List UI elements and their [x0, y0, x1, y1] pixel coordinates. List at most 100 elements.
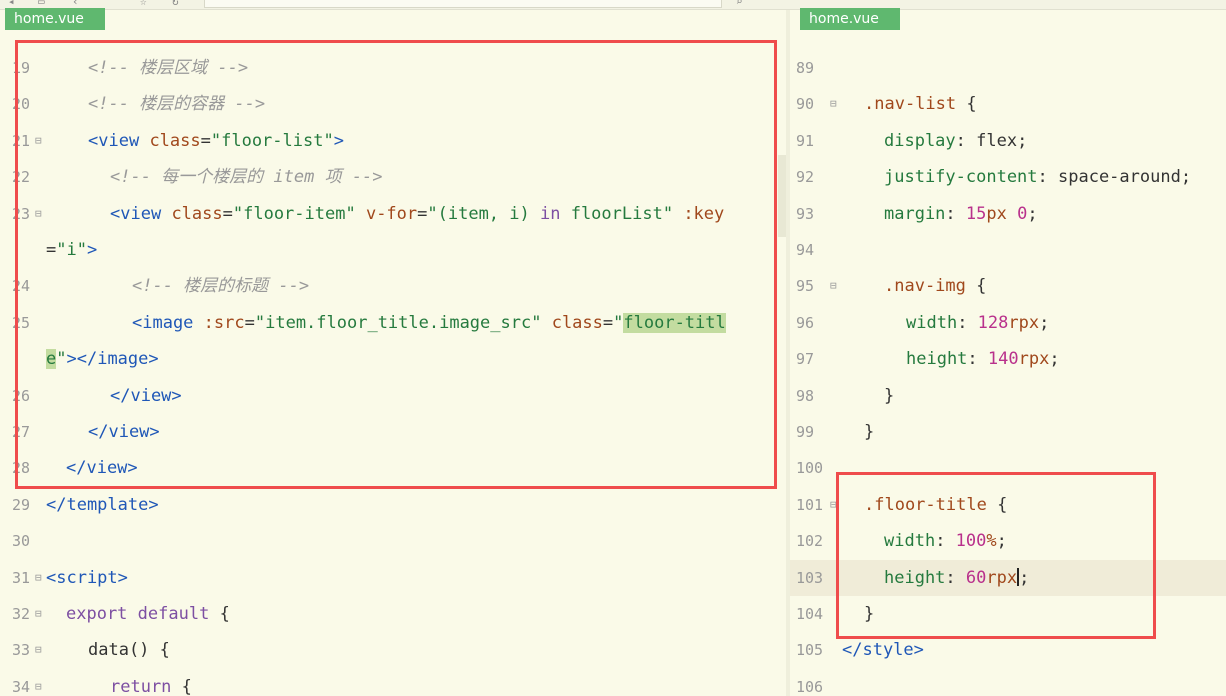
right-file-tab[interactable]: home.vue [800, 8, 900, 30]
code-line[interactable]: 19 <!-- 楼层区域 --> [0, 50, 786, 86]
fold-toggle-icon[interactable]: ⊟ [830, 487, 837, 523]
search-icon[interactable]: ⌕ [736, 0, 743, 8]
code-text: } [864, 604, 875, 624]
code-text: <!-- 楼层区域 --> [88, 58, 249, 78]
code-text: <view class="floor-list"> [88, 130, 344, 151]
line-number: 89 [796, 59, 815, 77]
line-number: 104 [796, 605, 824, 623]
breadcrumb [204, 0, 722, 8]
left-file-tab[interactable]: home.vue [5, 8, 105, 30]
code-line[interactable]: 31 ⊟ <script> [0, 560, 786, 596]
code-line[interactable]: 93 margin: 15px 0; [790, 196, 1226, 232]
line-number: 20 [12, 95, 31, 114]
line-number: 91 [796, 131, 815, 150]
code-text: </view> [88, 422, 160, 442]
fold-toggle-icon[interactable]: ⊟ [35, 196, 42, 232]
code-line[interactable]: 34 ⊟ return { [0, 669, 786, 696]
code-line[interactable]: 103 height: 60rpx; [790, 559, 1226, 596]
line-number: 30 [12, 532, 31, 551]
line-number: 96 [796, 313, 815, 332]
code-text: <!-- 楼层的容器 --> [88, 94, 266, 115]
code-text: ="i"> [46, 240, 98, 260]
line-number: 100 [796, 459, 824, 478]
code-line[interactable]: 22 <!-- 每一个楼层的 item 项 --> [0, 159, 786, 195]
line-number: 28 [12, 459, 31, 478]
code-line[interactable]: ="i"> [0, 232, 786, 268]
fold-toggle-icon[interactable]: ⊟ [35, 669, 42, 696]
code-line[interactable]: 29 </template> [0, 487, 786, 523]
code-text: height: 140rpx; [906, 349, 1060, 370]
code-line[interactable]: 32 ⊟ export default { [0, 596, 786, 632]
code-line[interactable]: 91 display: flex; [790, 123, 1226, 159]
code-line[interactable]: 97 height: 140rpx; [790, 341, 1226, 377]
code-text: justify-content: space-around; [884, 167, 1192, 188]
line-number: 99 [796, 423, 815, 441]
code-text: .nav-list { [864, 94, 977, 115]
code-line[interactable]: 106 [790, 669, 1226, 696]
line-number: 34 [12, 677, 31, 696]
line-number: 23 [12, 204, 31, 223]
fold-toggle-icon[interactable]: ⊟ [830, 268, 837, 304]
code-line[interactable]: 96 width: 128rpx; [790, 305, 1226, 341]
line-number: 94 [796, 241, 815, 259]
code-text: .nav-img { [884, 276, 987, 297]
line-number: 21 [12, 131, 31, 150]
code-text: export default { [66, 604, 230, 624]
line-number: 24 [12, 277, 31, 296]
line-number: 103 [796, 568, 824, 587]
code-line[interactable]: 102 width: 100%; [790, 523, 1226, 559]
fold-toggle-icon[interactable]: ⊟ [35, 560, 42, 596]
code-text: <!-- 每一个楼层的 item 项 --> [110, 167, 383, 188]
code-line[interactable]: 24 <!-- 楼层的标题 --> [0, 268, 786, 304]
line-number: 26 [12, 386, 31, 405]
code-line[interactable]: 100 [790, 450, 1226, 486]
code-text: </view> [66, 458, 138, 479]
left-scrollbar-thumb[interactable] [778, 155, 786, 237]
code-text: data() { [88, 640, 170, 661]
code-line[interactable]: 33 ⊟ data() { [0, 632, 786, 668]
line-number: 93 [796, 204, 815, 223]
fold-toggle-icon[interactable]: ⊟ [35, 123, 42, 159]
code-text: } [864, 422, 875, 442]
code-line[interactable]: 90 ⊟ .nav-list { [790, 86, 1226, 122]
refresh-icon[interactable]: ↻ [172, 0, 179, 8]
right-editor-pane[interactable]: 89 90 ⊟ .nav-list { 91 display: flex; 92 justif… [790, 10, 1226, 696]
fold-toggle-icon[interactable]: ⊟ [35, 632, 42, 668]
code-line[interactable]: 101 ⊟ .floor-title { [790, 487, 1226, 523]
code-line[interactable]: 104} [790, 596, 1226, 632]
code-line[interactable]: e"></image> [0, 341, 786, 377]
star-icon[interactable]: ☆ [140, 0, 147, 8]
code-text: </template> [46, 494, 159, 515]
code-line[interactable]: 99} [790, 414, 1226, 450]
code-line[interactable]: 27 </view> [0, 414, 786, 450]
back-arrow-icon[interactable]: ◂ [8, 0, 15, 8]
code-text: </view> [110, 385, 182, 406]
code-line[interactable]: 92 justify-content: space-around; [790, 159, 1226, 195]
code-line[interactable]: 21 ⊟ <view class="floor-list"> [0, 123, 786, 159]
line-number: 90 [796, 95, 815, 114]
code-text: <script> [46, 567, 128, 588]
code-text: } [884, 385, 895, 406]
line-number: 95 [796, 277, 815, 296]
code-line[interactable]: 105 </style> [790, 632, 1226, 668]
code-line[interactable]: 95 ⊟ .nav-img { [790, 268, 1226, 304]
undo-icon[interactable]: ‹ [72, 0, 79, 8]
code-line[interactable]: 30 [0, 523, 786, 559]
fold-toggle-icon[interactable]: ⊟ [830, 86, 837, 122]
left-editor-pane[interactable]: 19 <!-- 楼层区域 --> 20 <!-- 楼层的容器 --> 21 ⊟ <view … [0, 10, 786, 696]
code-text: .floor-title { [864, 494, 1008, 515]
save-icon[interactable]: ▭ [38, 0, 45, 8]
code-line[interactable]: 26 </view> [0, 378, 786, 414]
line-number: 98 [796, 386, 815, 405]
code-text: <view class="floor-item" v-for="(item, i… [110, 203, 725, 224]
code-line[interactable]: 28 </view> [0, 450, 786, 486]
code-line[interactable]: 20 <!-- 楼层的容器 --> [0, 86, 786, 122]
line-number: 27 [12, 423, 31, 441]
code-line[interactable]: 89 [790, 50, 1226, 86]
code-line[interactable]: 94 [790, 232, 1226, 268]
code-line[interactable]: 98} [790, 378, 1226, 414]
code-text: margin: 15px 0; [884, 203, 1038, 224]
fold-toggle-icon[interactable]: ⊟ [35, 596, 42, 632]
code-line[interactable]: 25 <image :src="item.floor_title.image_sr… [0, 305, 786, 341]
code-line[interactable]: 23 ⊟ <view class="floor-item" v-for="(item… [0, 196, 786, 232]
